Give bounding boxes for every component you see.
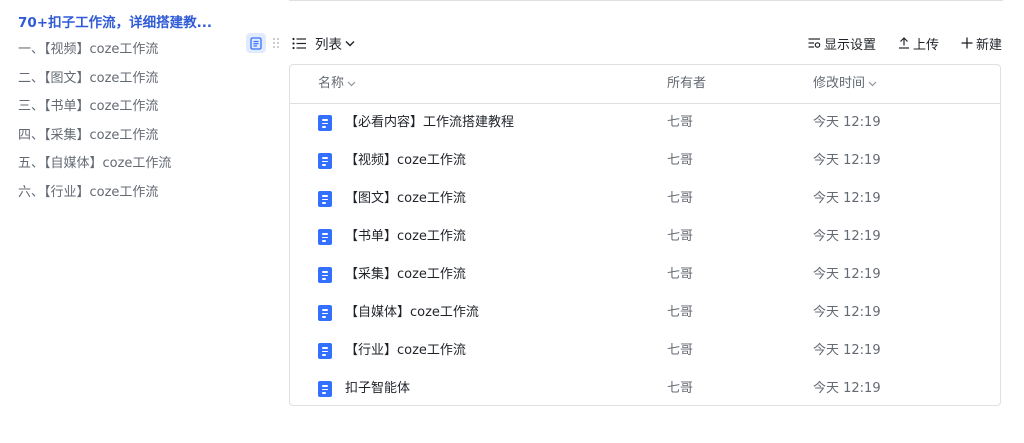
column-header-modified[interactable]: 修改时间 (813, 65, 877, 103)
list-view-icon[interactable] (246, 33, 266, 53)
file-name: 【视频】coze工作流 (345, 153, 466, 168)
file-name: 【自媒体】coze工作流 (345, 305, 479, 320)
doc-icon (318, 343, 332, 359)
doc-icon (318, 267, 332, 283)
file-name-cell: 【采集】coze工作流 (318, 256, 466, 294)
file-name-cell: 【行业】coze工作流 (318, 332, 466, 370)
file-owner: 七哥 (667, 191, 694, 206)
file-name: 【必看内容】工作流搭建教程 (345, 115, 515, 130)
top-divider (289, 0, 1003, 1)
outline-item-booklist[interactable]: 三、【书单】coze工作流 (18, 93, 233, 122)
file-name-cell: 【视频】coze工作流 (318, 142, 466, 180)
file-modified-time: 今天 12:19 (813, 153, 881, 168)
file-modified-time: 今天 12:19 (813, 305, 881, 320)
column-modified-label: 修改时间 (813, 76, 866, 91)
file-table: 名称 所有者 修改时间 【必看内容】工作流搭建教程 七哥 今天 12:19 【视… (289, 64, 1001, 406)
table-row[interactable]: 【采集】coze工作流 七哥 今天 12:19 (290, 256, 1000, 294)
file-owner: 七哥 (667, 115, 694, 130)
doc-icon (318, 115, 332, 131)
file-modified-time: 今天 12:19 (813, 267, 881, 282)
file-owner: 七哥 (667, 229, 694, 244)
upload-label: 上传 (912, 37, 939, 53)
table-row[interactable]: 【自媒体】coze工作流 七哥 今天 12:19 (290, 294, 1000, 332)
file-name-cell: 【图文】coze工作流 (318, 180, 466, 218)
file-name-cell: 【自媒体】coze工作流 (318, 294, 479, 332)
display-settings-icon (808, 37, 821, 49)
toolbar-actions: 显示设置 上传 新建 (808, 32, 1002, 54)
view-mode-label: 列表 (315, 37, 342, 53)
doc-icon (318, 191, 332, 207)
doc-icon (318, 381, 332, 397)
table-row[interactable]: 【书单】coze工作流 七哥 今天 12:19 (290, 218, 1000, 256)
file-modified-time: 今天 12:19 (813, 343, 881, 358)
table-row[interactable]: 【图文】coze工作流 七哥 今天 12:19 (290, 180, 1000, 218)
list-icon (292, 37, 307, 50)
new-button[interactable]: 新建 (961, 34, 1002, 53)
chevron-down-icon (868, 81, 877, 87)
chevron-down-icon (347, 81, 356, 87)
table-row[interactable]: 扣子智能体 七哥 今天 12:19 (290, 370, 1000, 408)
doc-icon (318, 305, 332, 321)
file-name: 【行业】coze工作流 (345, 343, 466, 358)
file-owner: 七哥 (667, 305, 694, 320)
chevron-down-icon (345, 40, 355, 47)
view-switcher (246, 33, 284, 53)
column-header-owner: 所有者 (667, 65, 706, 103)
file-owner: 七哥 (667, 343, 694, 358)
column-header-name[interactable]: 名称 (318, 65, 356, 103)
display-settings-button[interactable]: 显示设置 (808, 34, 876, 53)
upload-icon (898, 37, 910, 49)
outline-item-video[interactable]: 一、【视频】coze工作流 (18, 36, 233, 65)
new-label: 新建 (975, 37, 1002, 53)
file-modified-time: 今天 12:19 (813, 229, 881, 244)
doc-icon (318, 153, 332, 169)
view-mode-dropdown[interactable]: 列表 (292, 32, 355, 54)
table-header: 名称 所有者 修改时间 (290, 65, 1000, 104)
outline-item-image-text[interactable]: 二、【图文】coze工作流 (18, 65, 233, 94)
document-outline: 70+扣子工作流，详细搭建教... 一、【视频】coze工作流 二、【图文】co… (18, 14, 233, 207)
file-name: 【采集】coze工作流 (345, 267, 466, 282)
upload-button[interactable]: 上传 (898, 34, 939, 53)
file-owner: 七哥 (667, 267, 694, 282)
table-row[interactable]: 【视频】coze工作流 七哥 今天 12:19 (290, 142, 1000, 180)
file-list-page: 70+扣子工作流，详细搭建教... 一、【视频】coze工作流 二、【图文】co… (0, 0, 1024, 443)
column-owner-label: 所有者 (667, 76, 707, 91)
doc-icon (318, 229, 332, 245)
file-name-cell: 【必看内容】工作流搭建教程 (318, 104, 514, 142)
plus-icon (961, 37, 973, 49)
outline-item-collect[interactable]: 四、【采集】coze工作流 (18, 122, 233, 151)
file-name-cell: 扣子智能体 (318, 370, 410, 408)
table-row[interactable]: 【必看内容】工作流搭建教程 七哥 今天 12:19 (290, 104, 1000, 142)
file-name: 【图文】coze工作流 (345, 191, 466, 206)
file-modified-time: 今天 12:19 (813, 115, 881, 130)
file-name: 【书单】coze工作流 (345, 229, 466, 244)
file-name-cell: 【书单】coze工作流 (318, 218, 466, 256)
file-name: 扣子智能体 (345, 381, 411, 396)
file-owner: 七哥 (667, 381, 694, 396)
file-owner: 七哥 (667, 153, 694, 168)
outline-item-self-media[interactable]: 五、【自媒体】coze工作流 (18, 150, 233, 179)
column-name-label: 名称 (318, 76, 345, 91)
display-settings-label: 显示设置 (823, 37, 876, 53)
file-modified-time: 今天 12:19 (813, 191, 881, 206)
table-row[interactable]: 【行业】coze工作流 七哥 今天 12:19 (290, 332, 1000, 370)
outline-title[interactable]: 70+扣子工作流，详细搭建教... (18, 14, 233, 32)
outline-item-industry[interactable]: 六、【行业】coze工作流 (18, 179, 233, 208)
grid-view-icon[interactable] (268, 33, 284, 53)
file-modified-time: 今天 12:19 (813, 381, 881, 396)
